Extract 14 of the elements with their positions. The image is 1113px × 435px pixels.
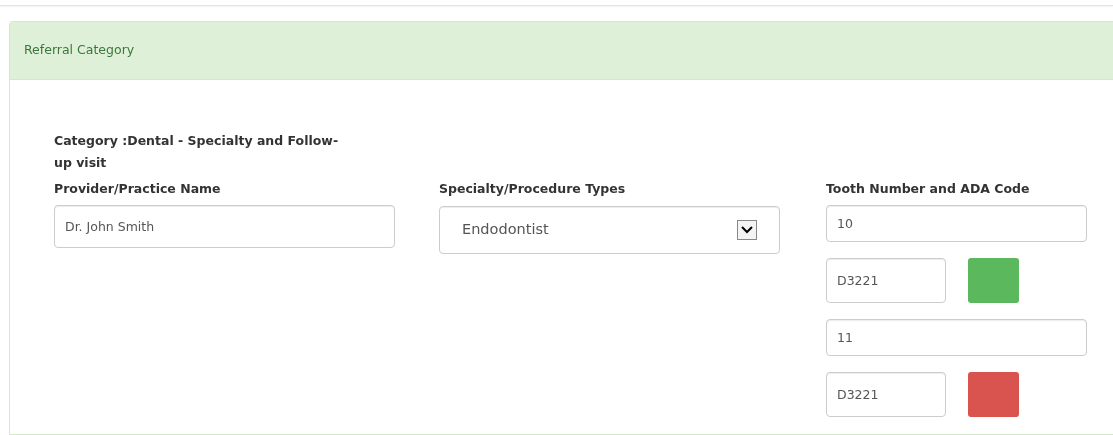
panel-title: Referral Category xyxy=(24,41,135,60)
field-label: Tooth Number and ADA Code xyxy=(826,180,1030,198)
dropdown[interactable]: Endodontist xyxy=(439,205,780,254)
caret-icon xyxy=(737,219,757,240)
ada-code-field[interactable]: D3221 xyxy=(826,257,946,303)
field-label: Provider/Practice Name xyxy=(54,180,221,198)
status-button[interactable] xyxy=(968,257,1019,303)
tooth-number-field[interactable]: 11 xyxy=(826,318,1087,356)
status-button[interactable] xyxy=(968,371,1019,417)
tooth-number-field[interactable]: 10 xyxy=(826,204,1087,242)
input-field[interactable]: Dr. John Smith xyxy=(54,204,395,248)
category-text: Category :Dental - Specialty and Follow-up visit xyxy=(54,132,340,172)
ada-code-field[interactable]: D3221 xyxy=(826,371,946,417)
field-label: Specialty/Procedure Types xyxy=(439,180,626,198)
